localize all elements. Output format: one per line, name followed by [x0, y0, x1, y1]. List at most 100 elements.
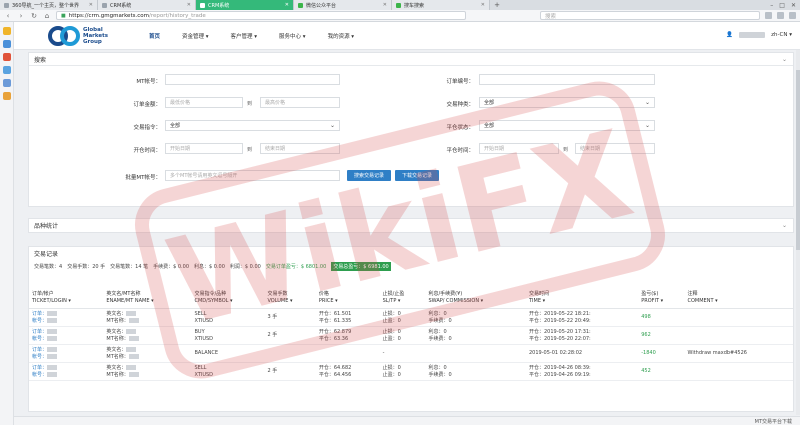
gmg-logo[interactable]: Global Markets Group	[48, 26, 108, 46]
nav-funds[interactable]: 资金管理 ▾	[182, 32, 209, 40]
login-link[interactable]: 帐号：	[32, 336, 47, 342]
batch-mt-account-input[interactable]: 多个MT帐号请用英文逗号隔开	[165, 170, 340, 181]
mail-icon[interactable]	[2, 66, 11, 74]
nav-clients[interactable]: 客户管理 ▾	[231, 32, 258, 40]
column-header[interactable]: 交易指令/品种 CMD/SYMBOL ▾	[191, 288, 265, 309]
minimize-icon[interactable]: –	[770, 2, 773, 9]
login-link[interactable]: 帐号：	[32, 354, 47, 360]
column-header[interactable]: 利息/手续费(¥) SWAP/ COMMISSION ▾	[425, 288, 526, 309]
browser-sidebar	[0, 22, 14, 425]
search-records-button[interactable]: 搜索交易记录	[347, 170, 391, 181]
chevron-down-icon: ⌄	[644, 99, 650, 106]
forward-icon[interactable]: ›	[17, 12, 25, 20]
table-row: 订单： 帐号： 英文名： MT名称： BUY XTIUSD 2 手开仓：62.879 平仓：6…	[29, 326, 793, 345]
summary-item: 交易订单盈亏：$ 6801.00	[265, 263, 327, 270]
summary-item: 手续费：$ 0.00	[153, 263, 189, 270]
close-status-select[interactable]: 全部 ⌄	[479, 120, 655, 131]
table-row: 订单： 帐号： 英文名： MT名称： SELL XTIUSD 2 手开仓：64.682 平仓：…	[29, 362, 793, 381]
summary-item: 利润：$ 0.00	[229, 263, 261, 270]
order-no-input[interactable]	[479, 74, 655, 85]
browser-tabbar: 360导航_一个主页，整个世界 ✕ CRM系统 ✕ CRM系统 ✕ 微信公众平台 ✕ 搜…	[0, 0, 800, 10]
mt-download-link[interactable]: MT交易平台下载	[755, 418, 792, 425]
open-start-date-input[interactable]: 开始日期	[165, 143, 243, 154]
wechat-icon	[298, 2, 303, 8]
close-end-date-input[interactable]: 结束日期	[575, 143, 655, 154]
back-icon[interactable]: ‹	[4, 12, 12, 20]
cmd-select[interactable]: 全部 ⌄	[165, 120, 340, 131]
browser-search-input[interactable]: 搜索	[540, 11, 760, 20]
user-icon[interactable]: 👤	[726, 32, 733, 38]
favorites-star-icon[interactable]	[2, 27, 11, 35]
summary-item: 利息：$ 0.00	[194, 263, 225, 270]
login-link[interactable]: 帐号：	[32, 318, 47, 324]
min-price-input[interactable]: 最低价格	[165, 97, 243, 108]
ticket-link[interactable]: 订单：	[32, 311, 47, 317]
wechat-icon	[396, 2, 401, 8]
column-header[interactable]: 价格 PRICE ▾	[315, 288, 380, 309]
menu-icon[interactable]	[789, 12, 796, 19]
panel-title: 品种统计	[34, 223, 59, 230]
column-header[interactable]: 英文名/MT名称 ENAME/MT NAME ▾	[103, 288, 192, 309]
language-select[interactable]: zh-CN ▾	[771, 32, 792, 38]
extension-icon[interactable]	[777, 12, 784, 19]
download-records-button[interactable]: 下载交易记录	[395, 170, 439, 181]
column-header[interactable]: 注释 COMMENT ▾	[684, 288, 793, 309]
ticket-link[interactable]: 订单：	[32, 347, 47, 353]
table-row: 订单： 帐号： 英文名： MT名称： SELL XTIUSD 3 手开仓：61.501 平仓：…	[29, 308, 793, 327]
search-panel: 搜索 ⌄ MT帐号： 订单编号： 订单金额： 最低价格 到 最高价格 交易种类： …	[28, 52, 794, 207]
nav-service[interactable]: 服务中心 ▾	[279, 32, 306, 40]
trade-records-table: 订单/帐户 TICKET/LOGIN ▾ 英文名/MT名称 ENAME/MT NAME…	[29, 288, 793, 381]
close-icon[interactable]: ✕	[481, 2, 485, 8]
table-header-row: 订单/帐户 TICKET/LOGIN ▾ 英文名/MT名称 ENAME/MT NAME…	[29, 288, 793, 309]
column-header[interactable]: 订单/帐户 TICKET/LOGIN ▾	[29, 288, 104, 309]
browser-tab-3[interactable]: CRM系统 ✕	[196, 0, 294, 10]
max-price-input[interactable]: 最高价格	[260, 97, 340, 108]
open-end-date-input[interactable]: 结束日期	[260, 143, 340, 154]
summary-item: 交易笔数：14 笔	[110, 263, 149, 270]
gg-logo-icon	[48, 26, 80, 46]
chevron-down-icon: ⌄	[644, 122, 650, 129]
browser-tab-5[interactable]: 搜车搜索 ✕	[392, 0, 490, 10]
reload-icon[interactable]: ↻	[30, 12, 38, 20]
chevron-down-icon[interactable]: ⌄	[782, 222, 787, 229]
window-controls: – □ ✕	[770, 2, 800, 9]
extension-icon[interactable]	[765, 12, 772, 19]
table-row: 订单： 帐号： 英文名： MT名称： BALANCE -2019-05-01 02:28:…	[29, 344, 793, 363]
browser-tab-4[interactable]: 微信公众平台 ✕	[294, 0, 392, 10]
home-icon[interactable]: ⌂	[43, 12, 51, 20]
maximize-icon[interactable]: □	[779, 2, 785, 9]
lock-icon: ■	[61, 12, 66, 19]
column-header[interactable]: 盈亏($) PROFIT ▾	[638, 288, 685, 309]
nav-resources[interactable]: 我的资源 ▾	[328, 32, 355, 40]
ticket-link[interactable]: 订单：	[32, 365, 47, 371]
column-header[interactable]: 交易时间 TIME ▾	[526, 288, 639, 309]
site-icon	[4, 2, 9, 8]
ticket-link[interactable]: 订单：	[32, 329, 47, 335]
close-window-icon[interactable]: ✕	[791, 2, 796, 9]
summary-item: 交易手数：20 手	[67, 263, 106, 270]
close-icon[interactable]: ✕	[383, 2, 387, 8]
symbol-select[interactable]: 全部 ⌄	[479, 97, 655, 108]
mt-account-input[interactable]	[165, 74, 340, 85]
new-tab-button[interactable]: +	[490, 1, 504, 9]
url-input[interactable]: ■ https://crm.gmgmarkets.com/report/hist…	[56, 11, 466, 20]
site-icon	[102, 2, 107, 8]
close-icon[interactable]: ✕	[187, 2, 191, 8]
browser-tab-2[interactable]: CRM系统 ✕	[98, 0, 196, 10]
close-icon[interactable]: ✕	[89, 2, 93, 8]
login-link[interactable]: 帐号：	[32, 372, 47, 378]
close-start-date-input[interactable]: 开始日期	[479, 143, 559, 154]
note-icon[interactable]	[2, 92, 11, 100]
nav-home[interactable]: 首页	[149, 32, 160, 40]
close-icon[interactable]: ✕	[285, 2, 289, 8]
user-name[interactable]	[739, 32, 766, 38]
document-icon[interactable]	[2, 79, 11, 87]
column-header[interactable]: 交易手数 VOLUME ▾	[264, 288, 316, 309]
weibo-icon[interactable]	[2, 53, 11, 61]
site-icon	[200, 2, 205, 8]
column-header[interactable]: 止损/止盈 SL/TP ▾	[379, 288, 426, 309]
page-scrollbar[interactable]	[796, 50, 800, 415]
app-icon[interactable]	[2, 40, 11, 48]
chevron-down-icon[interactable]: ⌄	[782, 56, 787, 63]
browser-tab-1[interactable]: 360导航_一个主页，整个世界 ✕	[0, 0, 98, 10]
